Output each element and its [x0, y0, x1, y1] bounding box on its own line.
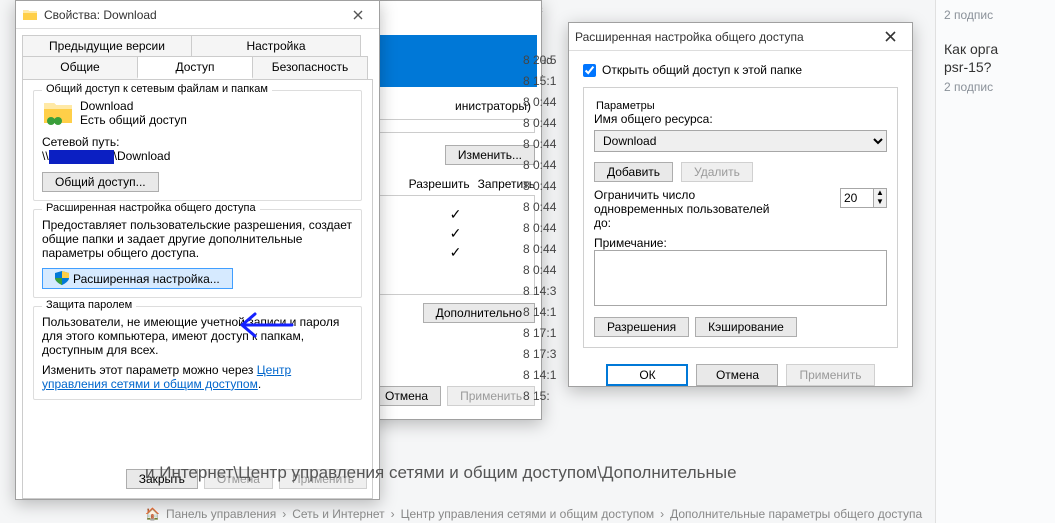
resname-label: Имя общего ресурса:	[594, 112, 887, 126]
legend-password: Защита паролем	[42, 299, 136, 311]
user-limit-input[interactable]	[841, 190, 873, 206]
window-title: Свойства: Download	[44, 8, 343, 22]
note-textarea[interactable]	[594, 250, 887, 306]
shield-icon	[55, 271, 69, 285]
advanced-desc: Предоставляет пользовательские разрешени…	[42, 218, 353, 260]
apply-button-strip: Применить	[447, 386, 535, 406]
permissions-window-fragment: инистраторы) Изменить... Разрешить Запре…	[372, 0, 542, 420]
password-line1: Пользователи, не имеющие учетной записи …	[42, 315, 353, 357]
permissions-button[interactable]: Разрешения	[594, 317, 689, 337]
password-line2: Изменить этот параметр можно через Центр…	[42, 363, 353, 391]
tab-general[interactable]: Общие	[22, 56, 138, 79]
checkmark-icon: ✓	[389, 225, 522, 242]
share-folder-checkbox-row[interactable]: Открыть общий доступ к этой папке	[583, 63, 898, 77]
limit-label: Ограничить число одновременных пользоват…	[594, 188, 774, 230]
ok-button[interactable]: ОК	[606, 364, 688, 386]
checkmark-icon: ✓	[389, 244, 522, 261]
netpath-label: Сетевой путь:	[42, 135, 353, 149]
redacted-hostname	[49, 150, 114, 164]
share-folder-checkbox[interactable]	[583, 64, 596, 77]
advanced-settings-button[interactable]: Расширенная настройка...	[42, 268, 233, 289]
apply-button-adv: Применить	[786, 364, 874, 386]
tab-sharing[interactable]: Доступ	[137, 56, 253, 79]
caching-button[interactable]: Кэширование	[695, 317, 797, 337]
group-admins-text: инистраторы)	[378, 97, 535, 115]
additional-button[interactable]: Дополнительно	[423, 303, 535, 323]
share-name-select[interactable]: Download	[594, 130, 887, 152]
group-advanced-sharing: Расширенная настройка общего доступа Пре…	[33, 209, 362, 298]
close-icon[interactable]	[343, 6, 373, 24]
legend-network: Общий доступ к сетевым файлам и папкам	[42, 83, 272, 95]
subscriptions-2: 2 подпис	[944, 80, 1047, 94]
properties-window: Свойства: Download Предыдущие версии Нас…	[15, 0, 380, 500]
tab-previous-versions[interactable]: Предыдущие версии	[22, 35, 192, 56]
question-title[interactable]: Как орга psr-15?	[944, 40, 1047, 76]
group-password: Защита паролем Пользователи, не имеющие …	[33, 306, 362, 400]
home-icon: 🏠	[145, 507, 160, 521]
checkmark-icon: ✓	[389, 206, 522, 223]
shared-folder-icon	[42, 99, 74, 127]
titlebar: Свойства: Download	[16, 1, 379, 29]
tab-customize[interactable]: Настройка	[191, 35, 361, 56]
folder-icon	[22, 7, 38, 23]
change-button[interactable]: Изменить...	[445, 145, 535, 165]
netpath-value: \\\Download	[42, 149, 353, 164]
params-legend: Параметры	[592, 100, 659, 112]
add-button[interactable]: Добавить	[594, 162, 673, 182]
user-limit-spinner[interactable]: ▲ ▼	[840, 188, 887, 208]
delete-button: Удалить	[681, 162, 753, 182]
advanced-sharing-window: Расширенная настройка общего доступа Отк…	[568, 22, 913, 387]
right-context-panel: 2 подпис Как орга psr-15? 2 подпис	[935, 0, 1055, 523]
col-allow: Разрешить	[409, 177, 470, 191]
cancel-button-strip[interactable]: Отмена	[372, 386, 441, 406]
time-column: 8 20:58 15:18 0:448 0:448 0:448 0:448 0:…	[523, 50, 573, 407]
group-network-sharing: Общий доступ к сетевым файлам и папкам D…	[33, 90, 362, 201]
breadcrumb: 🏠 Панель управления› Сеть и Интернет› Це…	[145, 507, 922, 521]
adv-window-title: Расширенная настройка общего доступа	[575, 30, 875, 44]
share-status-label: Есть общий доступ	[80, 113, 187, 127]
spin-down-icon[interactable]: ▼	[873, 198, 886, 207]
share-folder-label: Открыть общий доступ к этой папке	[602, 63, 802, 77]
legend-advanced: Расширенная настройка общего доступа	[42, 202, 260, 214]
folder-name-label: Download	[80, 99, 187, 113]
params-fieldset: Параметры Имя общего ресурса: Download Д…	[583, 87, 898, 348]
close-icon[interactable]	[875, 27, 906, 46]
annotation-arrow	[237, 310, 297, 343]
cancel-button-adv[interactable]: Отмена	[696, 364, 778, 386]
path-caption: и Интернет\Центр управления сетями и общ…	[145, 463, 905, 483]
share-button[interactable]: Общий доступ...	[42, 172, 159, 192]
tab-security[interactable]: Безопасность	[252, 56, 368, 79]
titlebar-adv: Расширенная настройка общего доступа	[569, 23, 912, 51]
subscriptions-1: 2 подпис	[944, 8, 1047, 22]
note-label: Примечание:	[594, 236, 887, 250]
